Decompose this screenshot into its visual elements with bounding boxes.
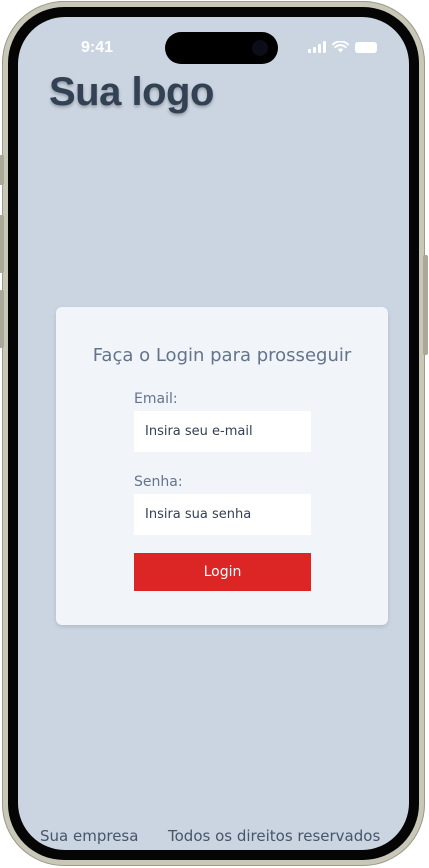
footer-rights: Todos os direitos reservados xyxy=(168,827,381,845)
login-button[interactable]: Login xyxy=(134,553,311,591)
footer-company: Sua empresa xyxy=(40,827,139,845)
phone-bezel: 9:41 Sua logo Faça o Login para prossegu… xyxy=(8,7,419,860)
login-card: Faça o Login para prosseguir Email: Senh… xyxy=(56,307,388,625)
status-icons xyxy=(308,41,377,53)
login-title: Faça o Login para prosseguir xyxy=(92,345,352,366)
password-field[interactable] xyxy=(134,494,311,535)
volume-down-button xyxy=(0,290,4,348)
password-label: Senha: xyxy=(134,474,183,490)
dynamic-island xyxy=(165,32,278,64)
status-time: 9:41 xyxy=(81,39,114,56)
power-button xyxy=(423,255,428,355)
phone-frame: 9:41 Sua logo Faça o Login para prossegu… xyxy=(0,1,428,866)
logo-text: Sua logo xyxy=(49,70,214,114)
action-button xyxy=(0,155,4,185)
email-label: Email: xyxy=(134,391,178,407)
email-field[interactable] xyxy=(134,411,311,452)
battery-icon xyxy=(355,41,377,53)
volume-up-button xyxy=(0,215,4,273)
signal-icon xyxy=(308,41,326,53)
screen: 9:41 Sua logo Faça o Login para prossegu… xyxy=(18,17,409,850)
wifi-icon xyxy=(332,41,349,53)
camera-icon xyxy=(252,40,268,56)
